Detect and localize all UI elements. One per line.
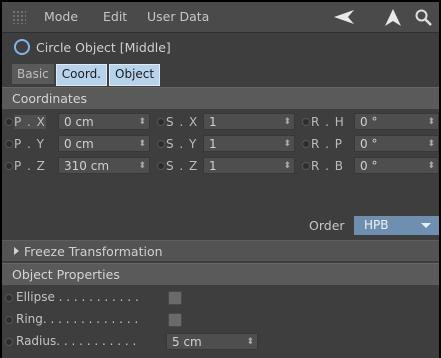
label-rb: R . B <box>311 159 345 173</box>
keyframe-dot-icon[interactable] <box>5 162 13 170</box>
spinner-icon[interactable]: ⬍ <box>283 114 291 131</box>
ellipse-checkbox[interactable] <box>168 291 182 305</box>
search-icon[interactable] <box>414 8 434 28</box>
coord-row: P . X 0 cm ⬍ S . X 1 ⬍ R . H 0 ° ⬍ <box>2 112 439 132</box>
circle-object-icon <box>14 39 30 55</box>
label-rp: R . P <box>311 137 344 151</box>
ring-checkbox[interactable] <box>168 313 182 327</box>
keyframe-dot-icon[interactable] <box>157 118 165 126</box>
freeze-transformation-toggle[interactable]: Freeze Transformation <box>2 240 439 261</box>
expand-triangle-icon[interactable] <box>14 247 19 255</box>
field-rb[interactable]: 0 ° ⬍ <box>354 157 439 174</box>
property-row-ring: Ring. . . . . . . . . . . . . <box>2 310 439 330</box>
menu-edit[interactable]: Edit <box>103 9 127 24</box>
object-title-row: Circle Object [Middle] <box>2 34 439 60</box>
section-header-coordinates[interactable]: Coordinates <box>2 87 439 109</box>
radius-field[interactable]: 5 cm ⬍ <box>166 333 258 350</box>
drag-grip-icon[interactable] <box>12 10 26 24</box>
field-rh[interactable]: 0 ° ⬍ <box>354 113 439 130</box>
keyframe-dot-icon[interactable] <box>5 338 13 346</box>
keyframe-dot-icon[interactable] <box>5 294 13 302</box>
spinner-icon[interactable]: ⬍ <box>138 136 146 153</box>
keyframe-dot-icon[interactable] <box>302 140 310 148</box>
keyframe-dot-icon[interactable] <box>5 316 13 324</box>
field-px[interactable]: 0 cm ⬍ <box>58 113 150 130</box>
cursor-up-icon[interactable] <box>384 8 402 28</box>
ring-label: Ring. . . . . . . . . . . . . <box>16 312 139 326</box>
spinner-icon[interactable]: ⬍ <box>283 136 291 153</box>
order-dropdown[interactable]: HPB <box>354 216 439 235</box>
back-arrow-icon[interactable] <box>332 8 356 26</box>
tab-basic[interactable]: Basic <box>12 64 54 84</box>
property-row-ellipse: Ellipse . . . . . . . . . . . <box>2 288 439 308</box>
section-header-object-properties[interactable]: Object Properties <box>2 263 439 285</box>
keyframe-dot-icon[interactable] <box>5 140 13 148</box>
ellipse-label: Ellipse . . . . . . . . . . . <box>16 290 139 304</box>
spinner-icon[interactable]: ⬍ <box>427 136 435 153</box>
field-pz[interactable]: 310 cm ⬍ <box>58 157 150 174</box>
label-sy: S . Y <box>166 137 198 151</box>
attribute-manager: Mode Edit User Data Circle Object [Middl… <box>2 2 439 358</box>
menu-user-data[interactable]: User Data <box>147 9 209 24</box>
chevron-down-icon <box>421 223 431 228</box>
keyframe-dot-icon[interactable] <box>5 118 13 126</box>
coord-row: P . Y 0 cm ⬍ S . Y 1 ⬍ R . P 0 ° ⬍ <box>2 134 439 154</box>
tab-bar: Basic Coord. Object <box>12 64 162 86</box>
label-px: P . X <box>14 115 46 129</box>
field-sx[interactable]: 1 ⬍ <box>203 113 295 130</box>
field-rp[interactable]: 0 ° ⬍ <box>354 135 439 152</box>
label-sz: S . Z <box>166 159 199 173</box>
label-rh: R . H <box>311 115 345 129</box>
menu-bar: Mode Edit User Data <box>2 2 439 33</box>
label-sx: S . X <box>166 115 199 129</box>
label-py: P . Y <box>14 137 46 151</box>
coord-row: P . Z 310 cm ⬍ S . Z 1 ⬍ R . B 0 ° ⬍ <box>2 156 439 176</box>
keyframe-dot-icon[interactable] <box>302 162 310 170</box>
spinner-icon[interactable]: ⬍ <box>246 334 254 351</box>
keyframe-dot-icon[interactable] <box>157 162 165 170</box>
spinner-icon[interactable]: ⬍ <box>427 158 435 175</box>
keyframe-dot-icon[interactable] <box>157 140 165 148</box>
tab-coord[interactable]: Coord. <box>55 64 107 86</box>
section-title: Coordinates <box>12 91 88 106</box>
freeze-label: Freeze Transformation <box>24 244 163 259</box>
order-value: HPB <box>364 218 389 232</box>
label-pz: P . Z <box>14 159 46 173</box>
spinner-icon[interactable]: ⬍ <box>138 114 146 131</box>
property-row-radius: Radius. . . . . . . . . . . 5 cm ⬍ <box>2 332 439 352</box>
tab-object[interactable]: Object <box>109 64 161 86</box>
field-py[interactable]: 0 cm ⬍ <box>58 135 150 152</box>
order-label: Order <box>309 218 345 233</box>
radius-label: Radius. . . . . . . . . . . <box>16 334 137 348</box>
menu-mode[interactable]: Mode <box>44 9 78 24</box>
spinner-icon[interactable]: ⬍ <box>283 158 291 175</box>
keyframe-dot-icon[interactable] <box>302 118 310 126</box>
spinner-icon[interactable]: ⬍ <box>427 114 435 131</box>
spinner-icon[interactable]: ⬍ <box>138 158 146 175</box>
field-sz[interactable]: 1 ⬍ <box>203 157 295 174</box>
object-title: Circle Object [Middle] <box>36 40 171 55</box>
section-title: Object Properties <box>12 267 120 282</box>
field-sy[interactable]: 1 ⬍ <box>203 135 295 152</box>
